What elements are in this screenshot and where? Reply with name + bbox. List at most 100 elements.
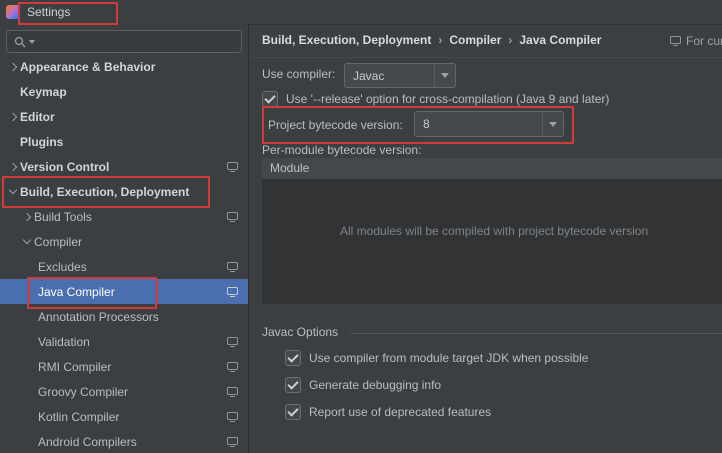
- tree-item-label: Appearance & Behavior: [20, 60, 155, 74]
- chevron-placeholder: [24, 304, 38, 329]
- monitor-icon: [227, 162, 238, 172]
- sidebar-item-excludes[interactable]: Excludes: [0, 254, 248, 279]
- javac-options-divider: [350, 333, 722, 334]
- tree-item-label: Version Control: [20, 160, 109, 174]
- search-history-arrow-icon[interactable]: [29, 40, 35, 44]
- chevron-down-icon[interactable]: [20, 229, 34, 254]
- use-compiler-dropdown[interactable]: Javac: [344, 63, 456, 88]
- tree-item-label: Plugins: [20, 135, 63, 149]
- tree-item-label: Editor: [20, 110, 55, 124]
- tree-item-label: Compiler: [34, 235, 82, 249]
- javac-option-label: Generate debugging info: [309, 378, 441, 392]
- monitor-icon: [227, 362, 238, 372]
- sidebar-item-appearance-behavior[interactable]: Appearance & Behavior: [0, 54, 248, 79]
- search-icon: [13, 35, 27, 49]
- settings-tree: Appearance & Behavior Keymap Editor Plug…: [0, 54, 248, 453]
- tree-item-label: RMI Compiler: [38, 360, 111, 374]
- sidebar-item-validation[interactable]: Validation: [0, 329, 248, 354]
- chevron-placeholder: [24, 429, 38, 453]
- sidebar-item-editor[interactable]: Editor: [0, 104, 248, 129]
- tree-item-label: Java Compiler: [38, 285, 115, 299]
- tree-item-label: Excludes: [38, 260, 87, 274]
- intellij-logo-icon: [6, 5, 20, 19]
- javac-option-row: Use compiler from module target JDK when…: [285, 348, 588, 368]
- breadcrumb-separator: ›: [438, 33, 442, 47]
- project-bytecode-version-dropdown[interactable]: 8: [414, 111, 564, 137]
- chevron-placeholder: [24, 279, 38, 304]
- window-title: Settings: [27, 5, 70, 19]
- monitor-icon: [227, 212, 238, 222]
- chevron-placeholder: [24, 379, 38, 404]
- header-separator: [249, 57, 722, 58]
- chevron-right-icon[interactable]: [6, 54, 20, 79]
- tree-item-label: Annotation Processors: [38, 310, 159, 324]
- release-option-label: Use '--release' option for cross-compila…: [286, 92, 609, 106]
- search-input[interactable]: [41, 34, 235, 50]
- use-compiler-label: Use compiler:: [262, 66, 335, 82]
- chevron-right-icon[interactable]: [6, 104, 20, 129]
- breadcrumb-separator: ›: [508, 33, 512, 47]
- module-column-header: Module: [262, 158, 722, 179]
- chevron-down-icon[interactable]: [434, 64, 455, 87]
- monitor-icon: [227, 337, 238, 347]
- monitor-icon: [670, 36, 681, 46]
- sidebar-item-kotlin-compiler[interactable]: Kotlin Compiler: [0, 404, 248, 429]
- title-bar: Settings: [0, 0, 722, 25]
- chevron-down-icon[interactable]: [6, 179, 20, 204]
- settings-search-box[interactable]: [6, 30, 242, 53]
- javac-option-row: Generate debugging info: [285, 375, 441, 395]
- chevron-placeholder: [6, 129, 20, 154]
- for-current-project-note: For current project: [670, 34, 722, 48]
- chevron-down-icon[interactable]: [542, 112, 563, 136]
- use-module-target-jdk-checkbox[interactable]: [285, 350, 301, 366]
- tree-item-label: Build, Execution, Deployment: [20, 185, 189, 199]
- chevron-placeholder: [24, 404, 38, 429]
- breadcrumb-segment[interactable]: Build, Execution, Deployment: [262, 33, 431, 47]
- chevron-placeholder: [24, 354, 38, 379]
- settings-dialog: Settings Appearance & Behavior Keymap Ed…: [0, 0, 722, 453]
- sidebar-item-android-compilers[interactable]: Android Compilers: [0, 429, 248, 453]
- project-bytecode-version-label: Project bytecode version:: [268, 117, 403, 133]
- chevron-placeholder: [24, 254, 38, 279]
- sidebar-item-compiler[interactable]: Compiler: [0, 229, 248, 254]
- generate-debugging-info-checkbox[interactable]: [285, 377, 301, 393]
- sidebar-item-plugins[interactable]: Plugins: [0, 129, 248, 154]
- tree-item-label: Groovy Compiler: [38, 385, 128, 399]
- tree-item-label: Validation: [38, 335, 90, 349]
- project-bytecode-version-value: 8: [423, 117, 430, 131]
- monitor-icon: [227, 387, 238, 397]
- javac-option-label: Use compiler from module target JDK when…: [309, 351, 588, 365]
- per-module-bytecode-label: Per-module bytecode version:: [262, 142, 421, 158]
- breadcrumb-segment[interactable]: Compiler: [449, 33, 501, 47]
- settings-sidebar: Appearance & Behavior Keymap Editor Plug…: [0, 24, 249, 453]
- breadcrumb: Build, Execution, Deployment › Compiler …: [262, 33, 601, 47]
- tree-item-label: Android Compilers: [38, 435, 137, 449]
- sidebar-item-java-compiler[interactable]: Java Compiler: [0, 279, 248, 304]
- monitor-icon: [227, 287, 238, 297]
- release-option-row: Use '--release' option for cross-compila…: [262, 89, 609, 109]
- per-module-table[interactable]: Module All modules will be compiled with…: [262, 158, 722, 304]
- use-compiler-selected-value: Javac: [353, 69, 384, 83]
- release-option-checkbox[interactable]: [262, 91, 278, 107]
- javac-option-row: Report use of deprecated features: [285, 402, 491, 422]
- sidebar-item-annotation-processors[interactable]: Annotation Processors: [0, 304, 248, 329]
- monitor-icon: [227, 412, 238, 422]
- javac-option-label: Report use of deprecated features: [309, 405, 491, 419]
- breadcrumb-segment[interactable]: Java Compiler: [519, 33, 601, 47]
- chevron-placeholder: [24, 329, 38, 354]
- sidebar-item-keymap[interactable]: Keymap: [0, 79, 248, 104]
- sidebar-item-build-execution-deployment[interactable]: Build, Execution, Deployment: [0, 179, 248, 204]
- tree-item-label: Build Tools: [34, 210, 92, 224]
- monitor-icon: [227, 437, 238, 447]
- sidebar-item-build-tools[interactable]: Build Tools: [0, 204, 248, 229]
- tree-item-label: Keymap: [20, 85, 67, 99]
- chevron-right-icon[interactable]: [20, 204, 34, 229]
- for-current-project-label: For current project: [686, 34, 722, 48]
- tree-item-label: Kotlin Compiler: [38, 410, 119, 424]
- sidebar-item-version-control[interactable]: Version Control: [0, 154, 248, 179]
- chevron-placeholder: [6, 79, 20, 104]
- chevron-right-icon[interactable]: [6, 154, 20, 179]
- sidebar-item-rmi-compiler[interactable]: RMI Compiler: [0, 354, 248, 379]
- sidebar-item-groovy-compiler[interactable]: Groovy Compiler: [0, 379, 248, 404]
- report-deprecated-checkbox[interactable]: [285, 404, 301, 420]
